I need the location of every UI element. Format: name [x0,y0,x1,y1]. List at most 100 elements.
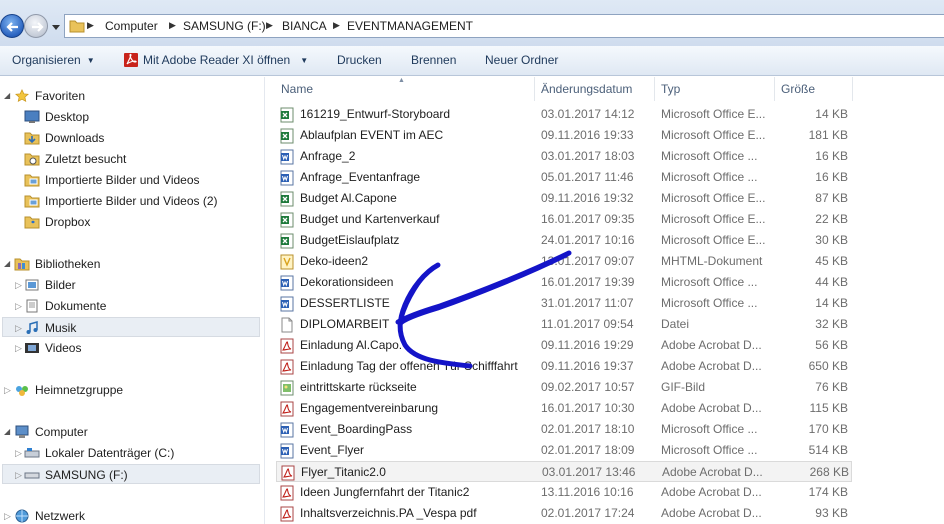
breadcrumb-separator-icon[interactable]: ▶ [169,20,176,31]
forward-button[interactable] [24,14,48,38]
recent-pages-dropdown-icon[interactable] [51,22,61,32]
nav-item-music[interactable]: ▷ Musik [2,317,260,337]
expand-arrow-icon[interactable]: ◢ [4,422,10,442]
file-name: Flyer_Titanic2.0 [301,465,386,479]
open-with-button[interactable]: Mit Adobe Reader XI öffnen ▼ [143,53,308,67]
file-row[interactable]: Anfrage_2 03.01.2017 18:03 Microsoft Offic… [276,146,852,167]
file-size: 30 KB [815,233,848,247]
column-divider[interactable] [534,77,535,101]
chevron-down-icon: ▼ [300,56,309,65]
file-row[interactable]: Budget Al.Capone 09.11.2016 19:32 Microsof… [276,188,852,209]
recent-places-icon [24,153,40,166]
breadcrumb-separator-icon[interactable]: ▶ [87,20,94,31]
file-row[interactable]: Event_Flyer 02.01.2017 18:09 Microsoft Off… [276,440,852,461]
nav-computer[interactable]: ◢ Computer [0,422,262,442]
organize-button[interactable]: Organisieren ▼ [12,53,95,67]
file-row[interactable]: Event_BoardingPass 02.01.2017 18:10 Micros… [276,419,852,440]
file-row[interactable]: Einladung Al.Capo. 09.11.2016 19:29 Adobe … [276,335,852,356]
excel-icon [280,107,294,123]
excel-icon [280,191,294,207]
nav-item-drive-c[interactable]: ▷ Lokaler Datenträger (C:) [0,443,262,463]
breadcrumb-bianca[interactable]: BIANCA [282,19,327,33]
nav-item-videos[interactable]: ▷ Videos [0,338,262,358]
file-row[interactable]: Ablaufplan EVENT im AEC 09.11.2016 19:33 M… [276,125,852,146]
collapse-arrow-icon[interactable]: ▷ [15,296,22,316]
file-date: 24.01.2017 10:16 [541,233,635,247]
file-type: Microsoft Office ... [661,422,758,436]
nav-network[interactable]: ▷ Netzwerk [0,506,262,524]
file-row[interactable]: DIPLOMARBEIT 11.01.2017 09:54 Datei 32 KB [276,314,852,335]
expand-arrow-icon[interactable]: ◢ [4,254,10,274]
file-row[interactable]: Flyer_Titanic2.0 03.01.2017 13:46 Adobe Ac… [276,461,852,482]
nav-item-dropbox[interactable]: Dropbox [0,212,262,232]
mhtml-icon [280,254,294,270]
nav-libraries-label: Bibliotheken [35,257,101,271]
file-row[interactable]: 161219_Entwurf-Storyboard 03.01.2017 14:1… [276,104,852,125]
nav-item-drive-f[interactable]: ▷ SAMSUNG (F:) [2,464,260,484]
music-library-icon [26,321,38,334]
file-date: 05.01.2017 11:46 [541,170,634,184]
new-folder-button[interactable]: Neuer Ordner [485,53,558,67]
nav-item-imported-pictures-2[interactable]: Importierte Bilder und Videos (2) [0,191,262,211]
nav-item-label: Bilder [45,278,76,292]
file-type: Adobe Acrobat D... [661,338,762,352]
pane-splitter[interactable] [264,77,270,524]
burn-button[interactable]: Brennen [411,53,456,67]
collapse-arrow-icon[interactable]: ▷ [15,318,22,338]
file-row[interactable]: Engagementvereinbarung 16.01.2017 10:30 Ad… [276,398,852,419]
nav-item-desktop[interactable]: Desktop [0,107,262,127]
column-header-date[interactable]: Änderungsdatum [541,82,632,96]
file-row[interactable]: Budget und Kartenverkauf 16.01.2017 09:35… [276,209,852,230]
file-row[interactable]: Einladung Tag der offenen Tür Schifffahr… [276,356,852,377]
file-name: Einladung Tag der offenen Tür Schifffahr… [300,359,518,373]
file-row[interactable]: BudgetEislaufplatz 24.01.2017 10:16 Micros… [276,230,852,251]
breadcrumb-drive[interactable]: SAMSUNG (F:) [183,19,266,33]
breadcrumb-eventmanagement[interactable]: EVENTMANAGEMENT [347,19,473,33]
excel-icon [280,212,294,228]
column-divider[interactable] [852,77,853,101]
breadcrumb-separator-icon[interactable]: ▶ [333,20,340,31]
collapse-arrow-icon[interactable]: ▷ [4,380,11,400]
libraries-icon [14,258,30,271]
file-date: 09.11.2016 19:33 [541,128,634,142]
nav-favorites[interactable]: ◢ Favoriten [0,86,262,106]
nav-item-downloads[interactable]: Downloads [0,128,262,148]
column-header-name[interactable]: Name [281,82,313,96]
file-date: 02.01.2017 18:09 [541,443,635,457]
column-divider[interactable] [774,77,775,101]
file-row[interactable]: Ideen Jungfernfahrt der Titanic2 13.11.20… [276,482,852,503]
back-button[interactable] [0,14,24,38]
nav-item-pictures[interactable]: ▷ Bilder [0,275,262,295]
collapse-arrow-icon[interactable]: ▷ [15,465,22,485]
file-size: 16 KB [815,170,848,184]
nav-item-imported-pictures[interactable]: Importierte Bilder und Videos [0,170,262,190]
breadcrumb[interactable]: ▶ Computer ▶ SAMSUNG (F:) ▶ BIANCA ▶ EVE… [64,14,944,38]
collapse-arrow-icon[interactable]: ▷ [15,443,22,463]
expand-arrow-icon[interactable]: ◢ [4,86,10,106]
file-name: Anfrage_2 [300,149,356,163]
nav-item-recent[interactable]: Zuletzt besucht [0,149,262,169]
nav-item-label: Importierte Bilder und Videos [45,173,200,187]
chevron-down-icon: ▼ [86,56,95,65]
nav-item-documents[interactable]: ▷ Dokumente [0,296,262,316]
collapse-arrow-icon[interactable]: ▷ [15,338,22,358]
breadcrumb-separator-icon[interactable]: ▶ [266,20,273,31]
column-divider[interactable] [654,77,655,101]
collapse-arrow-icon[interactable]: ▷ [4,506,11,524]
nav-libraries[interactable]: ◢ Bibliotheken [0,254,262,274]
file-row[interactable]: Dekorationsideen 16.01.2017 19:39 Microsof… [276,272,852,293]
collapse-arrow-icon[interactable]: ▷ [15,275,22,295]
file-name: Anfrage_Eventanfrage [300,170,421,184]
column-header-size[interactable]: Größe [781,82,815,96]
file-date: 03.01.2017 14:12 [541,107,635,121]
nav-item-label: SAMSUNG (F:) [45,468,128,482]
print-button[interactable]: Drucken [337,53,382,67]
file-row[interactable]: Deko-ideen2 13.01.2017 09:07 MHTML-Dokumen… [276,251,852,272]
file-row[interactable]: Inhaltsverzeichnis.PA _Vespa pdf 02.01.20… [276,503,852,524]
file-row[interactable]: eintrittskarte rückseite 09.02.2017 10:57… [276,377,852,398]
file-row[interactable]: Anfrage_Eventanfrage 05.01.2017 11:46 Micr… [276,167,852,188]
breadcrumb-computer[interactable]: Computer [105,19,158,33]
nav-homegroup[interactable]: ▷ Heimnetzgruppe [0,380,262,400]
file-row[interactable]: DESSERTLISTE 31.01.2017 11:07 Microsoft Of… [276,293,852,314]
column-header-type[interactable]: Typ [661,82,680,96]
